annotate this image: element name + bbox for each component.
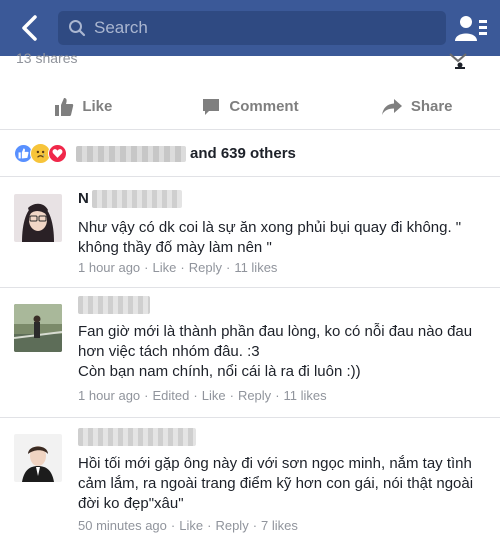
comment-meta: 50 minutes ago · Like · Reply · 7 likes (78, 518, 298, 533)
comment-label: Comment (229, 98, 299, 115)
comment-item: N Như vậy có dk coi là sự ăn xong phủi b… (0, 178, 500, 288)
comment-meta: 1 hour ago · Like · Reply · 11 likes (78, 260, 277, 275)
separator: · (144, 388, 149, 403)
back-button[interactable] (12, 11, 46, 45)
comment-meta: 1 hour ago · Edited · Like · Reply · 11 … (78, 388, 327, 403)
comment-like-link[interactable]: Like (153, 260, 177, 275)
separator: · (207, 518, 212, 533)
comment-text: Như vậy có dk coi là sự ăn xong phủi bụi… (78, 219, 462, 256)
comment-time[interactable]: 1 hour ago (78, 388, 140, 403)
like-label: Like (82, 98, 113, 115)
redacted-commenter-name (78, 296, 150, 314)
comment-text: Fan giờ mới là thành phần đau lòng, ko c… (78, 323, 473, 380)
redacted-commenter-name (92, 190, 182, 208)
avatar[interactable] (14, 304, 62, 352)
comment-text: Hồi tối mới gặp ông này đi với sơn ngọc … (78, 455, 474, 512)
comment-reply-link[interactable]: Reply (215, 518, 248, 533)
top-navigation-bar (0, 0, 500, 56)
search-input[interactable] (94, 18, 424, 38)
comment-likes-count[interactable]: 7 likes (261, 518, 298, 533)
comment-time[interactable]: 1 hour ago (78, 260, 140, 275)
comment-reply-link[interactable]: Reply (189, 260, 222, 275)
comment-item: Fan giờ mới là thành phần đau lòng, ko c… (0, 288, 500, 418)
share-label: Share (410, 98, 453, 115)
love-reaction-icon (48, 144, 67, 163)
comment-like-link[interactable]: Like (202, 388, 226, 403)
chevron-left-icon (22, 15, 37, 41)
comment-item: Hồi tối mới gặp ông này đi với sơn ngọc … (0, 418, 500, 560)
shares-count[interactable]: 13 shares (16, 50, 77, 66)
share-arrow-icon (381, 98, 402, 115)
separator: · (170, 518, 176, 533)
redacted-reactor-name (76, 145, 186, 162)
friend-requests-icon (455, 16, 487, 41)
comment-icon (203, 98, 220, 115)
comment-button[interactable]: Comment (167, 84, 334, 129)
separator: · (180, 260, 185, 275)
reaction-icons (14, 143, 67, 164)
avatar[interactable] (14, 434, 62, 482)
reactions-summary[interactable]: and 639 others (0, 131, 500, 177)
thumbs-up-icon (55, 97, 74, 116)
comment-edited-label[interactable]: Edited (153, 388, 190, 403)
audience-caret-icon[interactable] (446, 52, 470, 70)
avatar[interactable] (14, 194, 62, 242)
separator: · (225, 260, 231, 275)
like-button[interactable]: Like (0, 84, 167, 129)
redacted-commenter-name (78, 428, 196, 446)
comment-reply-link[interactable]: Reply (238, 388, 271, 403)
separator: · (144, 260, 149, 275)
comment-like-link[interactable]: Like (179, 518, 203, 533)
share-button[interactable]: Share (333, 84, 500, 129)
commenter-name-initial[interactable]: N (78, 190, 89, 207)
comment-likes-count[interactable]: 11 likes (234, 260, 277, 275)
comment-likes-count[interactable]: 11 likes (284, 388, 327, 403)
separator: · (252, 518, 258, 533)
reactions-others-count[interactable]: and 639 others (190, 145, 296, 162)
separator: · (275, 388, 280, 403)
separator: · (229, 388, 234, 403)
post-action-bar: Like Comment Share (0, 84, 500, 130)
search-box[interactable] (58, 11, 446, 45)
search-icon (69, 20, 86, 37)
comment-time[interactable]: 50 minutes ago (78, 518, 167, 533)
separator: · (193, 388, 198, 403)
friend-requests-button[interactable] (452, 10, 490, 46)
shares-row: 13 shares (0, 50, 500, 78)
